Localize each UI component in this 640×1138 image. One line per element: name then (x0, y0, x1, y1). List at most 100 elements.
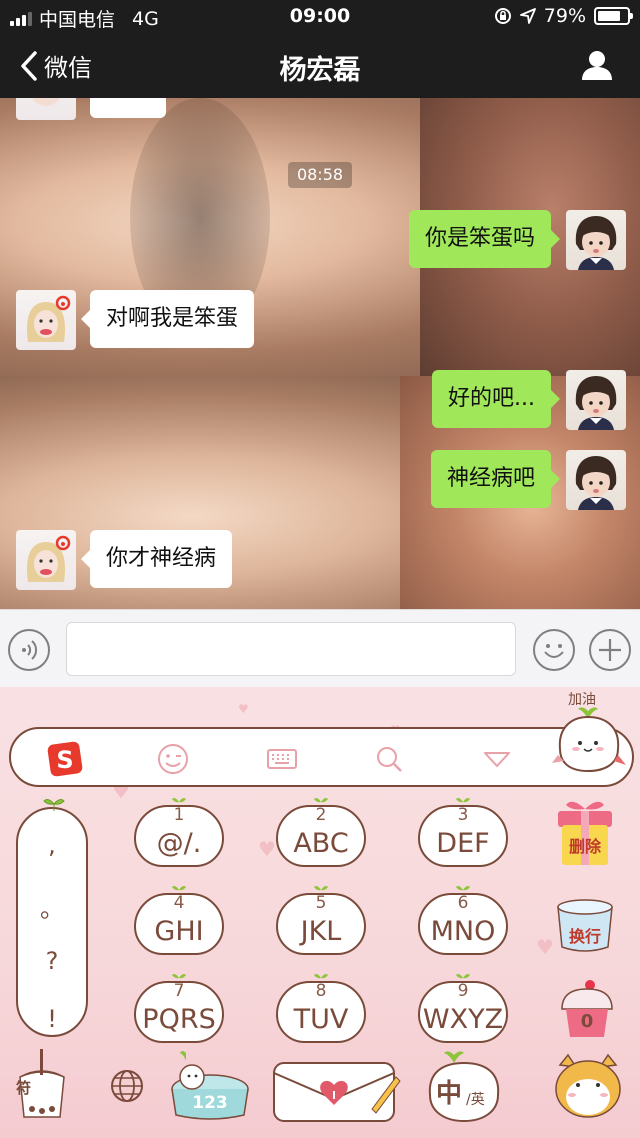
rotation-lock-icon (494, 8, 511, 24)
key-label: @/. (156, 828, 202, 859)
message-bubble-sent[interactable]: 你是笨蛋吗 (408, 210, 561, 268)
key-number: 1 (173, 805, 185, 825)
symbol-key[interactable]: 符 (12, 1047, 72, 1121)
enter-key[interactable]: 换行 (552, 887, 618, 957)
emoji-button[interactable] (533, 629, 575, 671)
exclamation-key[interactable]: ! (18, 1005, 86, 1033)
message-input[interactable] (66, 622, 516, 676)
key-number: 6 (457, 893, 469, 913)
key-7[interactable]: 7 PQRS (134, 973, 224, 1043)
my-avatar[interactable] (566, 450, 626, 510)
space-key[interactable] (272, 1059, 402, 1125)
my-avatar[interactable] (566, 210, 626, 270)
message-timestamp: 08:58 (288, 162, 352, 188)
key-number: 7 (173, 981, 185, 1001)
enter-label: 换行 (568, 927, 601, 946)
message-bubble-sent[interactable]: 神经病吧 (430, 450, 561, 508)
voice-input-button[interactable] (8, 629, 50, 671)
key-label: MNO (430, 916, 496, 947)
punctuation-column[interactable]: , 。 ? ! (16, 799, 88, 1037)
language-key-main: 中 (436, 1079, 463, 1109)
message-row: 对啊我是笨蛋 (0, 290, 640, 354)
key-8[interactable]: 8 TUV (276, 973, 366, 1043)
envelope-icon (273, 1062, 401, 1122)
contact-avatar[interactable] (16, 98, 76, 120)
contact-avatar-image (26, 535, 71, 582)
language-key-sub: /英 (466, 1092, 485, 1108)
message-bubble-received[interactable]: 恩呢 (90, 98, 167, 118)
key-6[interactable]: 6 MNO (418, 885, 508, 955)
delete-key[interactable]: 删除 (552, 795, 618, 871)
search-icon (377, 747, 402, 772)
period-key[interactable]: 。 (18, 889, 86, 924)
key-label: PQRS (142, 1004, 216, 1035)
number-keyboard-key[interactable]: 123 (170, 1049, 250, 1123)
key-5[interactable]: 5 JKL (276, 885, 366, 955)
comma-key[interactable]: , (18, 831, 86, 859)
more-button[interactable] (589, 629, 631, 671)
chevron-left-icon (21, 50, 37, 81)
search-button[interactable] (369, 739, 409, 779)
back-button[interactable]: 微信 (20, 48, 92, 83)
skin-mascot-button[interactable] (548, 1053, 628, 1125)
globe-key[interactable] (108, 1067, 146, 1105)
contact-avatar[interactable] (16, 530, 76, 590)
message-bubble-sent[interactable]: 好的吧... (432, 370, 560, 428)
battery-level (598, 11, 621, 21)
sogou-logo-button[interactable]: S (45, 739, 85, 779)
key-number: 8 (315, 981, 327, 1001)
chat-area[interactable]: 恩呢 08:58 你是笨蛋吗 (0, 98, 640, 609)
message-bubble-received[interactable]: 对啊我是笨蛋 (80, 290, 255, 348)
keyboard-toolbar: S (9, 727, 634, 787)
delete-label: 删除 (568, 837, 601, 856)
plus-icon (599, 639, 621, 661)
message-row: 神经病吧 (0, 450, 640, 514)
contact-avatar-image (32, 98, 60, 106)
key-number: 2 (315, 805, 327, 825)
contact-avatar[interactable] (16, 290, 76, 350)
key-label: ABC (293, 828, 349, 859)
smiley-icon (544, 644, 564, 658)
question-key[interactable]: ? (18, 947, 86, 975)
back-label: 微信 (44, 54, 92, 82)
key-label: DEF (436, 828, 490, 859)
mascot-image (552, 707, 626, 773)
key-label: TUV (293, 1004, 349, 1035)
key-3[interactable]: 3 DEF (418, 797, 508, 867)
key-number: 9 (457, 981, 469, 1001)
message-row: 你是笨蛋吗 (0, 210, 640, 274)
message-bubble-received[interactable]: 你才神经病 (80, 530, 233, 588)
emoji-panel-button[interactable] (153, 739, 193, 779)
key-number: 5 (315, 893, 327, 913)
heart-decoration: ♥ (258, 837, 276, 861)
key-2[interactable]: 2 ABC (276, 797, 366, 867)
battery-percent: 79% (543, 5, 586, 27)
status-right: 79% (494, 5, 633, 27)
key-1[interactable]: 1 @/. (134, 797, 224, 867)
key-label: GHI (154, 916, 204, 947)
shiba-mascot-icon (555, 1053, 621, 1118)
collapse-keyboard-button[interactable] (477, 739, 517, 779)
key-9[interactable]: 9 WXYZ (418, 973, 508, 1043)
message-row-partial: 恩呢 (0, 98, 640, 124)
my-avatar[interactable] (566, 370, 626, 430)
battery-icon (594, 7, 633, 25)
triangle-down-icon (484, 752, 510, 767)
key-label: WXYZ (422, 1004, 504, 1035)
zero-key[interactable]: 0 (556, 977, 618, 1045)
location-arrow-icon (519, 8, 536, 24)
language-switch-key[interactable]: 中 /英 (424, 1049, 504, 1125)
voice-icon (22, 640, 38, 660)
mascot-sticker: 加油 (548, 692, 630, 787)
symbol-key-label: 符 (16, 1079, 32, 1097)
profile-icon[interactable] (580, 48, 614, 82)
keyboard: ♥ ♥ ♥ ♥ ♥ S (0, 687, 640, 1138)
my-avatar-image (575, 216, 617, 270)
key-label: JKL (300, 916, 342, 947)
key-4[interactable]: 4 GHI (134, 885, 224, 955)
svg-text:S: S (56, 746, 73, 774)
zero-label: 0 (580, 1011, 594, 1032)
keyboard-switch-button[interactable] (262, 739, 302, 779)
sogou-logo-icon: S (47, 741, 83, 777)
message-row: 你才神经病 (0, 530, 640, 594)
